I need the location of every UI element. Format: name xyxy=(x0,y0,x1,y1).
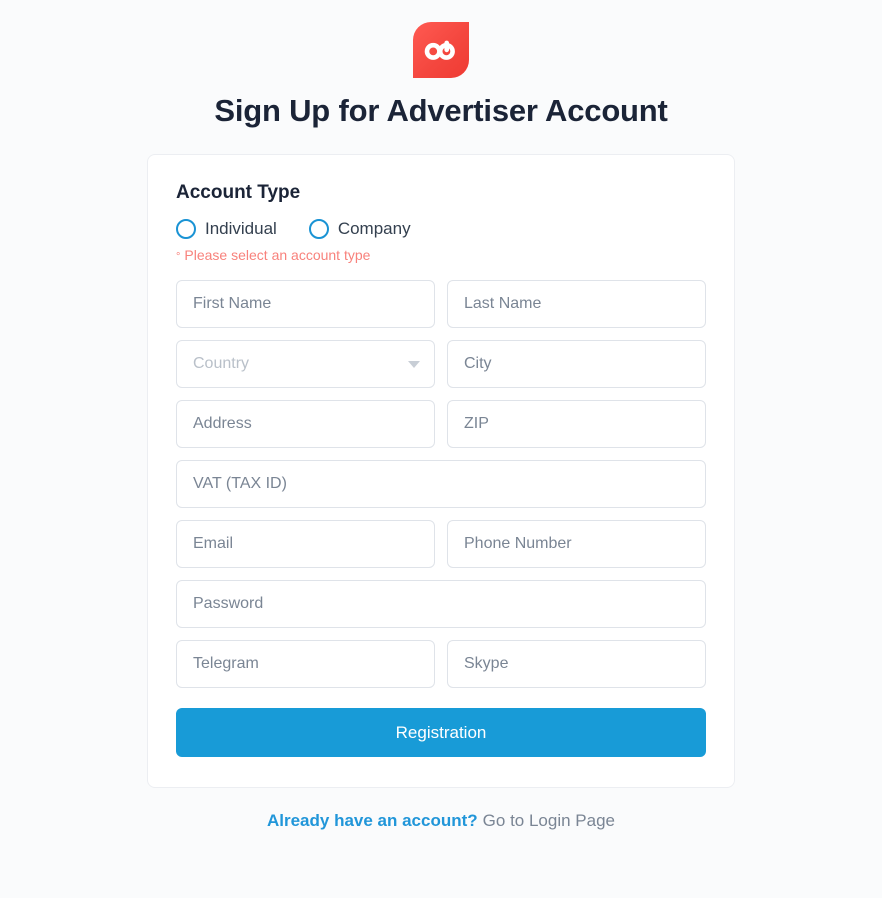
city-col: City xyxy=(447,340,706,388)
messenger-row: Telegram Skype xyxy=(176,640,706,688)
phone-input[interactable]: Phone Number xyxy=(447,520,706,568)
zip-col: ZIP xyxy=(447,400,706,448)
ad-infinity-logo-icon xyxy=(413,22,469,78)
skype-input[interactable]: Skype xyxy=(447,640,706,688)
last-name-col: Last Name xyxy=(447,280,706,328)
error-bullet-icon: ° xyxy=(176,251,181,263)
password-input[interactable]: Password xyxy=(176,580,706,628)
radio-label-company: Company xyxy=(337,219,411,238)
brand-logo xyxy=(413,22,469,78)
page-title: Sign Up for Advertiser Account xyxy=(214,93,668,128)
registration-button[interactable]: Registration xyxy=(176,708,706,757)
signup-card: Account Type Individual Company ° Please… xyxy=(147,154,735,788)
password-row: Password xyxy=(176,580,706,628)
first-name-input[interactable]: First Name xyxy=(176,280,435,328)
account-type-heading: Account Type xyxy=(176,182,301,203)
address-input[interactable]: Address xyxy=(176,400,435,448)
account-type-error: ° Please select an account type xyxy=(176,246,706,264)
contact-row: Email Phone Number xyxy=(176,520,706,568)
location-row: Country City xyxy=(176,340,706,388)
radio-circle-icon xyxy=(308,219,329,239)
radio-label-individual: Individual xyxy=(205,219,277,238)
submit-row: Registration xyxy=(176,708,706,757)
account-type-radio-group: Individual Company xyxy=(176,219,706,239)
radio-circle-icon xyxy=(176,219,196,239)
error-message: Please select an account type xyxy=(184,247,371,263)
country-select-value: Country xyxy=(193,355,250,372)
vat-row: VAT (TAX ID) xyxy=(176,460,706,508)
first-name-col: First Name xyxy=(176,280,435,328)
signup-page: Sign Up for Advertiser Account Account T… xyxy=(0,0,882,898)
password-col: Password xyxy=(176,580,706,628)
country-select[interactable]: Country xyxy=(176,340,435,388)
go-to-login-link[interactable]: Go to Login Page xyxy=(483,811,615,830)
last-name-input[interactable]: Last Name xyxy=(447,280,706,328)
zip-input[interactable]: ZIP xyxy=(447,400,706,448)
country-col: Country xyxy=(176,340,435,388)
login-prompt: Already have an account? xyxy=(266,811,478,830)
city-input[interactable]: City xyxy=(447,340,706,388)
address-row: Address ZIP xyxy=(176,400,706,448)
skype-col: Skype xyxy=(447,640,706,688)
telegram-col: Telegram xyxy=(176,640,435,688)
vat-col: VAT (TAX ID) xyxy=(176,460,706,508)
email-input[interactable]: Email xyxy=(176,520,435,568)
name-row: First Name Last Name xyxy=(176,280,706,328)
email-col: Email xyxy=(176,520,435,568)
vat-input[interactable]: VAT (TAX ID) xyxy=(176,460,706,508)
address-col: Address xyxy=(176,400,435,448)
chevron-down-icon xyxy=(408,361,420,368)
login-footer: Already have an account? Go to Login Page xyxy=(267,810,615,832)
telegram-input[interactable]: Telegram xyxy=(176,640,435,688)
radio-option-individual[interactable]: Individual xyxy=(176,219,277,239)
phone-col: Phone Number xyxy=(447,520,706,568)
radio-option-company[interactable]: Company xyxy=(308,219,411,239)
